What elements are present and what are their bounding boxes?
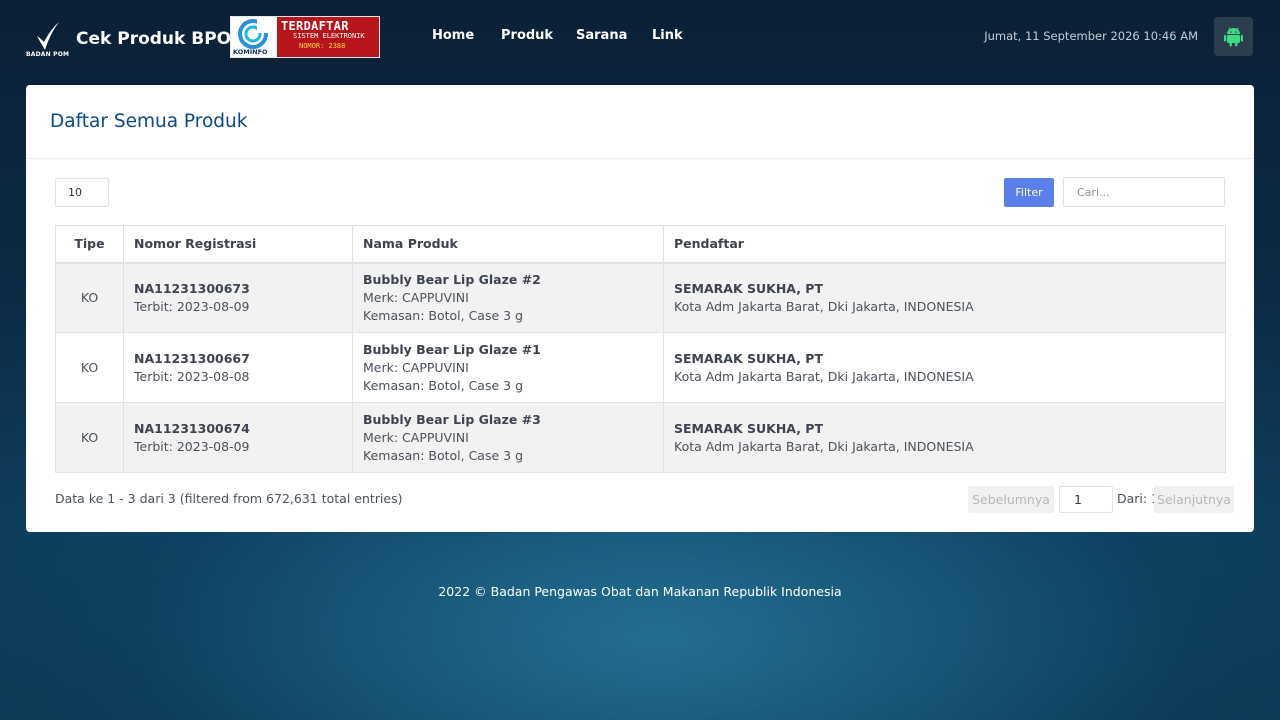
registration-number: NA11231300673	[134, 280, 250, 296]
search-input[interactable]: Cari...	[1063, 177, 1225, 207]
cell-nama: Bubbly Bear Lip Glaze #3 Merk: CAPPUVINI…	[352, 402, 664, 473]
badge-title: TERDAFTAR	[281, 19, 349, 33]
current-datetime: Jumat, 11 September 2026 10:46 AM	[984, 29, 1198, 43]
page-number-input[interactable]: 1	[1059, 486, 1113, 513]
issue-date: Terbit: 2023-08-09	[134, 438, 250, 454]
issue-date: Terbit: 2023-08-08	[134, 368, 250, 384]
registrant-name: SEMARAK SUKHA, PT	[674, 350, 823, 366]
column-header-nama[interactable]: Nama Produk	[352, 225, 664, 264]
nav-produk[interactable]: Produk	[501, 28, 553, 43]
product-packaging: Kemasan: Botol, Case 3 g	[363, 307, 523, 323]
cell-nomor: NA11231300674 Terbit: 2023-08-09	[123, 402, 353, 473]
kominfo-logo: KOMINFO	[231, 17, 277, 57]
badge-number: NOMOR: 2388	[299, 42, 346, 50]
android-app-button[interactable]	[1214, 17, 1253, 56]
product-packaging: Kemasan: Botol, Case 3 g	[363, 447, 523, 463]
nav-sarana[interactable]: Sarana	[576, 28, 627, 43]
column-header-tipe[interactable]: Tipe	[55, 225, 124, 264]
page-count: Dari: 1	[1117, 491, 1160, 506]
table-row[interactable]: KO NA11231300673 Terbit: 2023-08-09 Bubb…	[55, 262, 1226, 333]
column-header-pendaftar[interactable]: Pendaftar	[663, 225, 1226, 264]
table-info: Data ke 1 - 3 dari 3 (filtered from 672,…	[55, 491, 403, 506]
table-header-row: Tipe Nomor Registrasi Nama Produk Pendaf…	[55, 225, 1226, 264]
cell-tipe: KO	[55, 262, 124, 333]
registration-number: NA11231300674	[134, 420, 250, 436]
kominfo-emblem-icon	[238, 19, 271, 49]
products-table: Tipe Nomor Registrasi Nama Produk Pendaf…	[55, 225, 1226, 473]
registrant-name: SEMARAK SUKHA, PT	[674, 280, 823, 296]
product-packaging: Kemasan: Botol, Case 3 g	[363, 377, 523, 393]
cell-nama: Bubbly Bear Lip Glaze #2 Merk: CAPPUVINI…	[352, 262, 664, 333]
nav-link[interactable]: Link	[652, 28, 683, 43]
kominfo-registered-badge[interactable]: KOMINFO TERDAFTAR SISTEM ELEKTRONIK NOMO…	[230, 16, 380, 58]
table-row[interactable]: KO NA11231300674 Terbit: 2023-08-09 Bubb…	[55, 402, 1226, 473]
cell-tipe: KO	[55, 332, 124, 403]
next-page-button[interactable]: Selanjutnya	[1154, 486, 1234, 513]
kominfo-brand: KOMINFO	[233, 48, 268, 56]
registrant-address: Kota Adm Jakarta Barat, Dki Jakarta, IND…	[674, 368, 974, 384]
product-name: Bubbly Bear Lip Glaze #3	[363, 411, 541, 427]
product-brand: Merk: CAPPUVINI	[363, 429, 469, 445]
registration-number: NA11231300667	[134, 350, 250, 366]
cell-nomor: NA11231300673 Terbit: 2023-08-09	[123, 262, 353, 333]
bpom-logo-icon	[37, 22, 59, 50]
previous-page-button[interactable]: Sebelumnya	[968, 486, 1054, 513]
registrant-name: SEMARAK SUKHA, PT	[674, 420, 823, 436]
page-title: Daftar Semua Produk	[50, 111, 248, 132]
registrant-address: Kota Adm Jakarta Barat, Dki Jakarta, IND…	[674, 438, 974, 454]
nav-home[interactable]: Home	[432, 28, 474, 43]
top-navbar: BADAN POM Cek Produk BPOM KOMINFO TERDAF…	[0, 0, 1280, 72]
product-name: Bubbly Bear Lip Glaze #2	[363, 271, 541, 287]
table-row[interactable]: KO NA11231300667 Terbit: 2023-08-08 Bubb…	[55, 332, 1226, 403]
filter-button[interactable]: Filter	[1004, 178, 1054, 207]
footer-copyright: 2022 © Badan Pengawas Obat dan Makanan R…	[438, 584, 842, 599]
app-title[interactable]: Cek Produk BPOM	[76, 29, 248, 49]
cell-nama: Bubbly Bear Lip Glaze #1 Merk: CAPPUVINI…	[352, 332, 664, 403]
page-length-select[interactable]: 10	[55, 178, 109, 207]
badge-subtitle: SISTEM ELEKTRONIK	[293, 32, 365, 40]
android-icon	[1224, 27, 1243, 47]
cell-nomor: NA11231300667 Terbit: 2023-08-08	[123, 332, 353, 403]
cell-pendaftar: SEMARAK SUKHA, PT Kota Adm Jakarta Barat…	[663, 402, 1226, 473]
card-header: Daftar Semua Produk	[26, 85, 1254, 159]
product-name: Bubbly Bear Lip Glaze #1	[363, 341, 541, 357]
bpom-logo-text: BADAN POM	[26, 51, 70, 58]
column-header-nomor[interactable]: Nomor Registrasi	[123, 225, 353, 264]
cell-pendaftar: SEMARAK SUKHA, PT Kota Adm Jakarta Barat…	[663, 332, 1226, 403]
registrant-address: Kota Adm Jakarta Barat, Dki Jakarta, IND…	[674, 298, 974, 314]
cell-tipe: KO	[55, 402, 124, 473]
bpom-logo[interactable]: BADAN POM	[26, 22, 70, 60]
product-brand: Merk: CAPPUVINI	[363, 359, 469, 375]
product-list-card: Daftar Semua Produk 10 Filter Cari... Ti…	[26, 85, 1254, 532]
cell-pendaftar: SEMARAK SUKHA, PT Kota Adm Jakarta Barat…	[663, 262, 1226, 333]
issue-date: Terbit: 2023-08-09	[134, 298, 250, 314]
product-brand: Merk: CAPPUVINI	[363, 289, 469, 305]
